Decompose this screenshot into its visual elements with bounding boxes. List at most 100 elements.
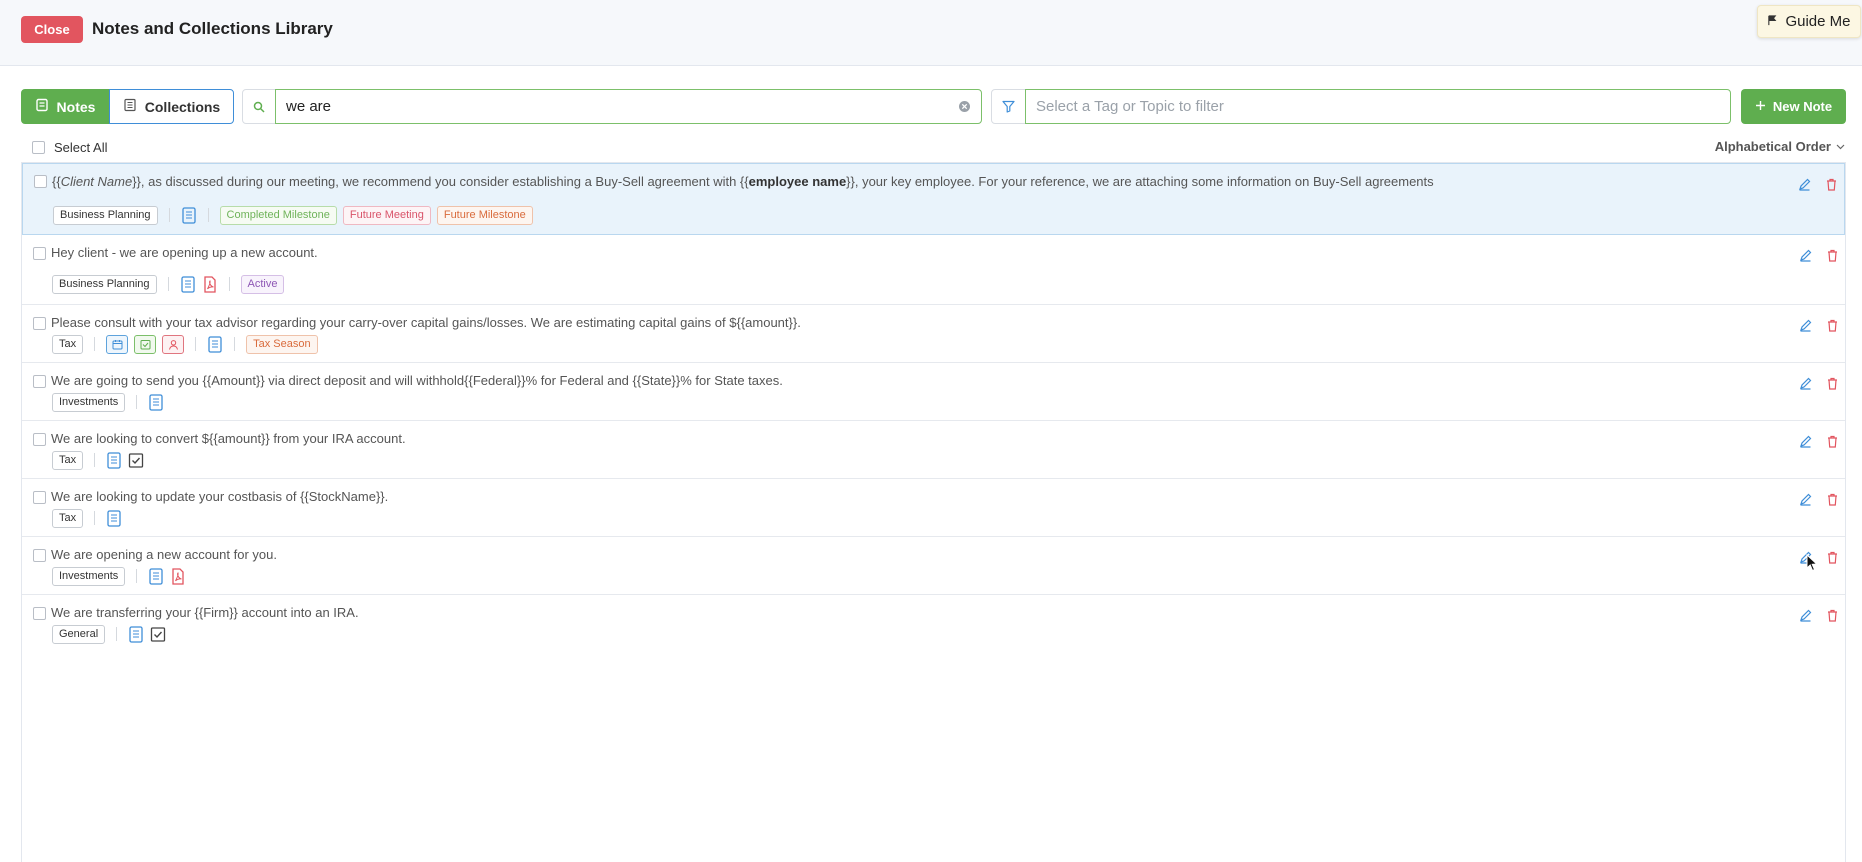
divider: [136, 395, 138, 409]
note-row[interactable]: {{Client Name}}, as discussed during our…: [22, 163, 1845, 235]
divider: [228, 277, 230, 291]
delete-icon[interactable]: [1826, 551, 1839, 569]
note-row[interactable]: We are going to send you {{Amount}} via …: [22, 363, 1845, 421]
plus-icon: [1755, 99, 1766, 114]
row-checkbox[interactable]: [33, 549, 46, 562]
category-tag[interactable]: Business Planning: [53, 205, 158, 225]
chevron-down-icon: [1836, 139, 1845, 154]
note-tags: Tax: [52, 508, 122, 528]
category-tag[interactable]: Tax: [52, 508, 84, 528]
category-tag[interactable]: Tax: [52, 334, 84, 354]
document-icon[interactable]: [148, 567, 164, 585]
tab-notes[interactable]: Notes: [21, 89, 109, 124]
category-tag[interactable]: General: [52, 624, 106, 644]
edit-icon[interactable]: [1799, 249, 1812, 267]
document-icon[interactable]: [106, 509, 122, 527]
note-tags: Business Planning Active: [52, 274, 285, 294]
divider: [195, 337, 197, 351]
note-row[interactable]: We are looking to convert ${{amount}} fr…: [22, 421, 1845, 479]
search-box: [242, 89, 982, 124]
delete-icon[interactable]: [1825, 178, 1838, 196]
delete-icon[interactable]: [1826, 377, 1839, 395]
contact-icon[interactable]: [162, 334, 185, 354]
pdf-icon[interactable]: [202, 275, 218, 293]
category-tag[interactable]: Investments: [52, 392, 126, 412]
document-icon[interactable]: [207, 335, 223, 353]
calendar-icon[interactable]: [106, 334, 129, 354]
category-tag[interactable]: Business Planning: [52, 274, 157, 294]
note-text: We are opening a new account for you.: [51, 547, 277, 562]
notes-icon: [35, 98, 49, 115]
divider: [234, 337, 236, 351]
collections-icon: [123, 98, 137, 115]
document-icon[interactable]: [181, 206, 197, 224]
note-text: We are looking to convert ${{amount}} fr…: [51, 431, 406, 446]
sort-dropdown[interactable]: Alphabetical Order: [1715, 139, 1845, 154]
flag-icon: [1767, 13, 1778, 30]
note-tags: General: [52, 624, 166, 644]
checkbox-icon[interactable]: [128, 452, 144, 469]
guide-me-label: Guide Me: [1785, 13, 1851, 30]
note-row[interactable]: Please consult with your tax advisor reg…: [22, 305, 1845, 363]
filter-icon: [992, 90, 1025, 123]
note-row[interactable]: We are opening a new account for you. In…: [22, 537, 1845, 595]
milestone-badge: Future Meeting: [342, 205, 431, 225]
note-text: Please consult with your tax advisor reg…: [51, 315, 801, 330]
document-icon[interactable]: [180, 275, 196, 293]
checkbox-icon[interactable]: [150, 626, 166, 643]
divider: [94, 337, 96, 351]
row-checkbox[interactable]: [33, 247, 46, 260]
milestone-badge: Tax Season: [246, 334, 318, 354]
category-tag[interactable]: Investments: [52, 566, 126, 586]
row-checkbox[interactable]: [33, 375, 46, 388]
divider: [167, 277, 169, 291]
milestone-badge: Completed Milestone: [219, 205, 337, 225]
delete-icon[interactable]: [1826, 435, 1839, 453]
search-icon: [243, 90, 276, 123]
new-note-label: New Note: [1772, 99, 1833, 114]
edit-icon[interactable]: [1799, 435, 1812, 453]
note-text: We are transferring your {{Firm}} accoun…: [51, 605, 359, 620]
divider: [136, 569, 138, 583]
edit-icon[interactable]: [1799, 493, 1812, 511]
guide-me-button[interactable]: Guide Me: [1757, 5, 1861, 38]
new-note-button[interactable]: New Note: [1741, 89, 1846, 124]
task-check-icon[interactable]: [134, 334, 157, 354]
edit-icon[interactable]: [1799, 319, 1812, 337]
close-button[interactable]: Close: [21, 16, 83, 43]
edit-icon[interactable]: [1798, 178, 1811, 196]
delete-icon[interactable]: [1826, 493, 1839, 511]
select-all-checkbox[interactable]: [32, 141, 45, 154]
status-badge: Active: [240, 274, 285, 294]
note-tags: Tax: [52, 450, 144, 470]
row-actions: [1799, 551, 1839, 569]
document-icon[interactable]: [106, 451, 122, 469]
milestone-badge: Future Milestone: [436, 205, 533, 225]
delete-icon[interactable]: [1826, 249, 1839, 267]
tab-collections[interactable]: Collections: [109, 89, 234, 124]
select-all[interactable]: Select All: [32, 140, 107, 155]
divider: [207, 208, 209, 222]
delete-icon[interactable]: [1826, 319, 1839, 337]
row-checkbox[interactable]: [33, 607, 46, 620]
note-tags: Investments: [52, 392, 164, 412]
delete-icon[interactable]: [1826, 609, 1839, 627]
edit-icon[interactable]: [1799, 609, 1812, 627]
row-checkbox[interactable]: [33, 317, 46, 330]
tab-collections-label: Collections: [144, 98, 221, 115]
pdf-icon[interactable]: [170, 567, 186, 585]
row-checkbox[interactable]: [33, 491, 46, 504]
document-icon[interactable]: [148, 393, 164, 411]
note-row[interactable]: Hey client - we are opening up a new acc…: [22, 235, 1845, 305]
row-actions: [1799, 249, 1839, 267]
note-row[interactable]: We are transferring your {{Firm}} accoun…: [22, 595, 1845, 653]
document-icon[interactable]: [128, 625, 144, 643]
search-input[interactable]: [275, 89, 982, 124]
clear-search-icon[interactable]: [958, 100, 971, 113]
row-checkbox[interactable]: [33, 433, 46, 446]
row-checkbox[interactable]: [34, 175, 47, 188]
category-tag[interactable]: Tax: [52, 450, 84, 470]
edit-icon[interactable]: [1799, 377, 1812, 395]
tag-filter-input[interactable]: [1025, 89, 1731, 124]
note-row[interactable]: We are looking to update your costbasis …: [22, 479, 1845, 537]
